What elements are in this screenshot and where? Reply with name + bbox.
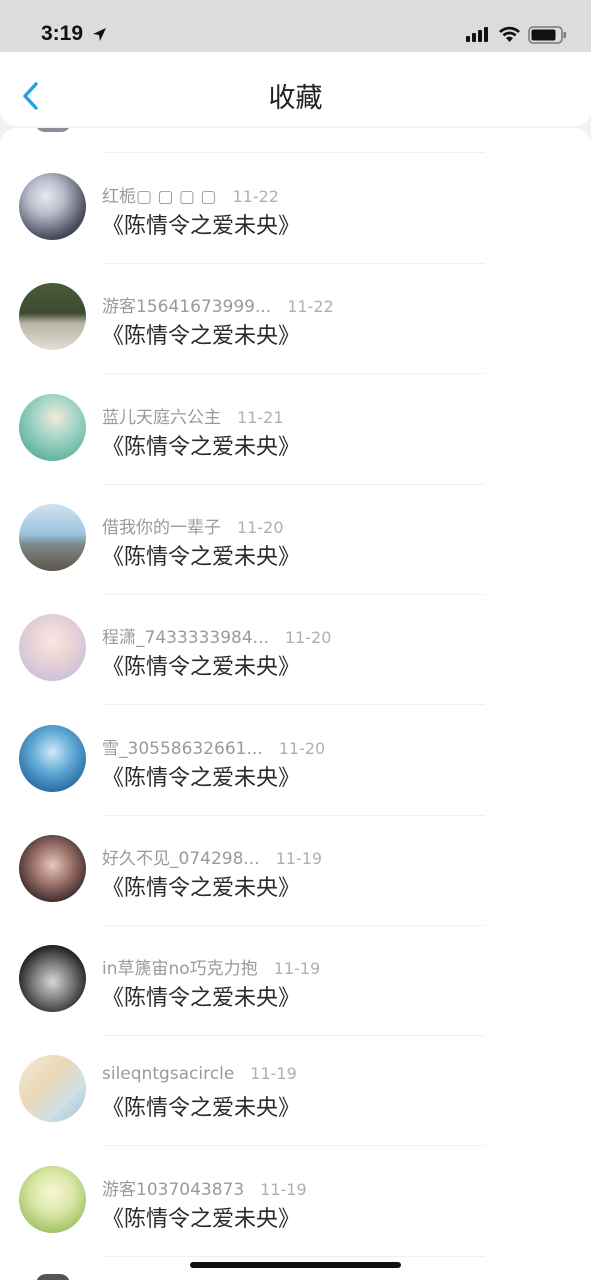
- divider: [102, 1255, 485, 1257]
- list-item[interactable]: 雪_30558632661... 11-20 《陈情令之爱未央》: [0, 706, 591, 816]
- divider: [102, 152, 485, 153]
- username: 程潇_7433333984...: [102, 628, 269, 649]
- date: 11-22: [287, 297, 334, 317]
- avatar: [19, 173, 86, 240]
- date: 11-19: [250, 1064, 297, 1084]
- date: 11-19: [273, 959, 321, 979]
- avatar: [19, 503, 86, 571]
- list-item[interactable]: 红栀▢ ▢ ▢ ▢ 11-22 《陈情令之爱未央》: [0, 154, 591, 264]
- item-title: 《陈情令之爱未央》: [102, 544, 301, 570]
- list-item[interactable]: sileqntgsacircle 11-19 《陈情令之爱未央》: [0, 1036, 591, 1147]
- status-time: 3:19: [41, 22, 84, 45]
- navigation-bar: 收藏: [0, 52, 591, 126]
- item-meta: 游客15641673999... 11-22: [102, 292, 334, 317]
- list-item[interactable]: 程潇_7433333984... 11-20 《陈情令之爱未央》: [0, 595, 591, 706]
- item-title: 《陈情令之爱未央》: [102, 655, 301, 681]
- item-meta: sileqntgsacircle 11-19: [102, 1064, 297, 1084]
- avatar: [19, 283, 86, 351]
- location-arrow-icon: [93, 28, 106, 41]
- item-title: 《陈情令之爱未央》: [102, 1206, 301, 1232]
- avatar: [19, 614, 86, 682]
- item-title: 《陈情令之爱未央》: [102, 1096, 301, 1122]
- date: 11-19: [260, 1179, 307, 1199]
- home-indicator: [190, 1262, 401, 1268]
- username: 借我你的一辈子: [102, 517, 221, 538]
- avatar: [19, 724, 86, 792]
- item-meta: 借我你的一辈子 11-20: [102, 513, 284, 538]
- username: in草篪宙no巧克力抱: [102, 959, 258, 980]
- date: 11-20: [278, 738, 326, 758]
- date: 11-20: [237, 517, 284, 537]
- wifi-icon: [499, 26, 520, 42]
- date: 11-20: [284, 628, 332, 648]
- username: 游客1037043873: [102, 1179, 245, 1200]
- item-meta: 雪_30558632661... 11-20: [102, 734, 325, 759]
- item-meta: 游客1037043873 11-19: [102, 1175, 307, 1200]
- avatar: [19, 1165, 86, 1233]
- avatar: [19, 1055, 86, 1123]
- avatar: [19, 945, 86, 1013]
- item-title: 《陈情令之爱未央》: [102, 986, 301, 1012]
- list-item[interactable]: 好久不见_074298... 11-19 《陈情令之爱未央》: [0, 816, 591, 926]
- avatar: [19, 834, 86, 902]
- username: 好久不见_074298...: [102, 848, 260, 869]
- avatar-partial: [35, 128, 71, 132]
- item-meta: 红栀▢ ▢ ▢ ▢ 11-22: [102, 182, 279, 207]
- cellular-signal-icon: [466, 27, 488, 42]
- username: 红栀▢ ▢ ▢ ▢: [102, 187, 217, 207]
- favorites-list: 红栀▢ ▢ ▢ ▢ 11-22 《陈情令之爱未央》 游客15641673999... 1…: [0, 128, 591, 1280]
- date: 11-19: [275, 848, 323, 868]
- list-item[interactable]: 蓝儿天庭六公主 11-21 《陈情令之爱未央》: [0, 375, 591, 485]
- avatar: [19, 393, 86, 461]
- page-title: 收藏: [268, 83, 323, 114]
- item-title: 《陈情令之爱未央》: [102, 875, 301, 901]
- status-bar: 3:19: [0, 0, 591, 52]
- username: sileqntgsacircle: [102, 1064, 235, 1085]
- list-item[interactable]: 游客1037043873 11-19 《陈情令之爱未央》: [0, 1147, 591, 1257]
- username: 蓝儿天庭六公主: [102, 407, 221, 428]
- item-meta: 蓝儿天庭六公主 11-21: [102, 403, 284, 428]
- item-meta: 程潇_7433333984... 11-20: [102, 623, 331, 648]
- username: 游客15641673999...: [102, 297, 272, 318]
- list-item[interactable]: in草篪宙no巧克力抱 11-19 《陈情令之爱未央》: [0, 926, 591, 1037]
- item-title: 《陈情令之爱未央》: [102, 765, 301, 791]
- date: 11-22: [232, 187, 279, 206]
- list-item[interactable]: 游客15641673999... 11-22 《陈情令之爱未央》: [0, 264, 591, 375]
- item-title: 《陈情令之爱未央》: [102, 324, 301, 350]
- item-title: 《陈情令之爱未央》: [102, 434, 301, 460]
- date: 11-21: [237, 407, 284, 427]
- item-meta: in草篪宙no巧克力抱 11-19: [102, 954, 320, 979]
- username: 雪_30558632661...: [102, 738, 263, 759]
- avatar-partial: [36, 1274, 70, 1280]
- item-title: 《陈情令之爱未央》: [102, 214, 301, 239]
- item-meta: 好久不见_074298... 11-19: [102, 844, 322, 869]
- list-item[interactable]: 借我你的一辈子 11-20 《陈情令之爱未央》: [0, 485, 591, 595]
- battery-icon: [528, 26, 566, 44]
